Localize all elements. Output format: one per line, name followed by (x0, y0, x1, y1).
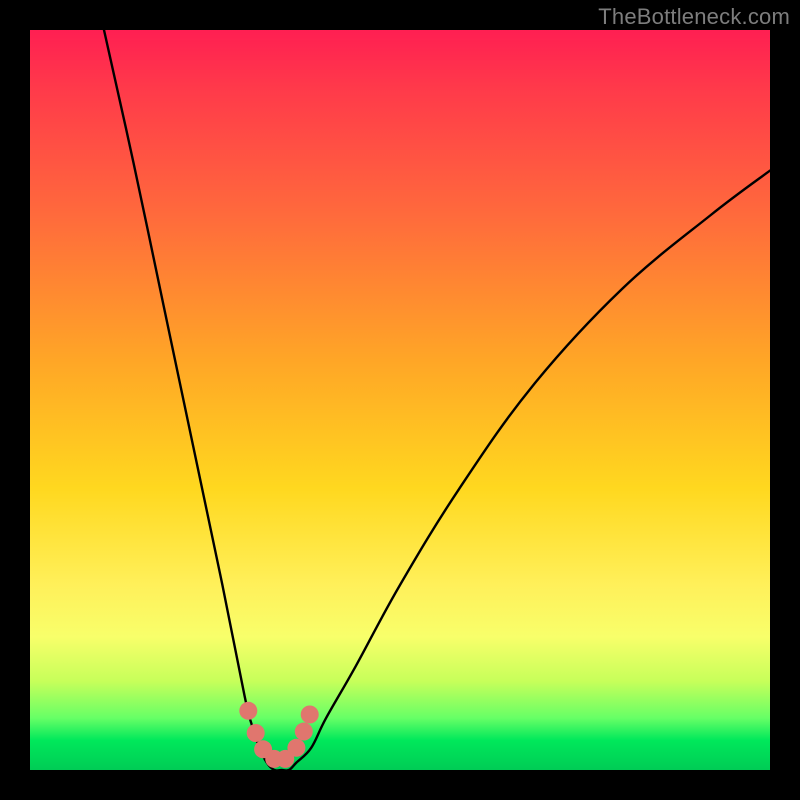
chart-frame: TheBottleneck.com (0, 0, 800, 800)
watermark-text: TheBottleneck.com (598, 4, 790, 30)
highlight-dot (247, 724, 265, 742)
curve-layer (30, 30, 770, 770)
bottleneck-curve (104, 30, 770, 771)
highlight-dots (239, 702, 318, 768)
highlight-dot (301, 706, 319, 724)
highlight-dot (239, 702, 257, 720)
plot-area (30, 30, 770, 770)
highlight-dot (295, 723, 313, 741)
highlight-dot (287, 739, 305, 757)
